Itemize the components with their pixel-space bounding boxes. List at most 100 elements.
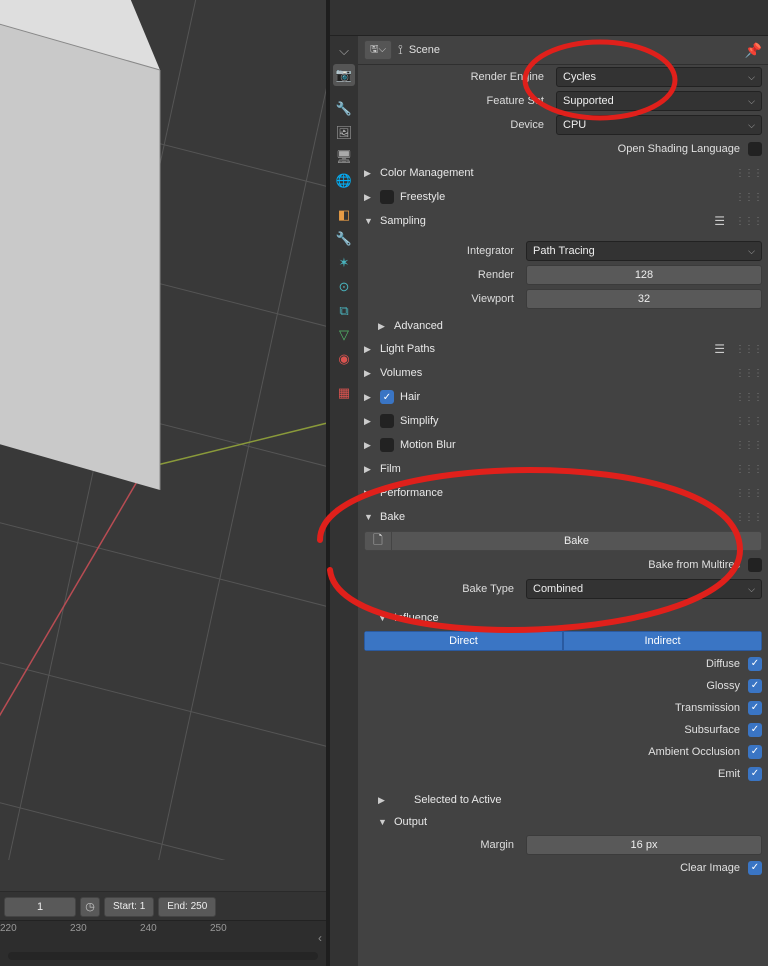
panel-title: Volumes — [380, 367, 422, 379]
pin-icon[interactable]: 📌 — [745, 42, 762, 59]
pass-diffuse-label: Diffuse — [706, 658, 740, 670]
panel-title: Color Management — [380, 167, 474, 179]
viewport-samples-label: Viewport — [364, 293, 520, 305]
pass-transmission-checkbox[interactable]: ✓ — [748, 701, 762, 715]
pass-subsurface-checkbox[interactable]: ✓ — [748, 723, 762, 737]
tick: 240 — [140, 923, 157, 934]
integrator-label: Integrator — [364, 245, 520, 257]
render-samples-field[interactable]: 128 — [526, 265, 762, 285]
autokey-icon[interactable]: ◷ — [80, 897, 100, 917]
panel-advanced[interactable]: ▶ Advanced — [358, 315, 768, 337]
panel-title: Performance — [380, 487, 443, 499]
panel-title: Selected to Active — [414, 794, 501, 806]
current-frame-field[interactable]: 1 — [4, 897, 76, 917]
hair-checkbox[interactable]: ✓ — [380, 390, 394, 404]
drag-icon: ⋮⋮⋮ — [735, 192, 762, 203]
pass-glossy-label: Glossy — [706, 680, 740, 692]
tab-material[interactable]: ◉ — [333, 348, 355, 370]
panel-film[interactable]: ▶ Film ⋮⋮⋮ — [358, 457, 768, 481]
properties-panel: ⌵ 📷 🔧 🖼 🖥 🌐 ◧ 🔧 ✶ ⊙ ⧉ ▽ ◉ ▦ — [330, 0, 768, 966]
breadcrumb-label: Scene — [409, 44, 440, 56]
panel-volumes[interactable]: ▶ Volumes ⋮⋮⋮ — [358, 361, 768, 385]
pass-glossy-checkbox[interactable]: ✓ — [748, 679, 762, 693]
tab-constraints[interactable]: ⧉ — [333, 300, 355, 322]
tab-scene[interactable]: 🖥 — [333, 146, 355, 168]
tab-output[interactable]: 🔧 — [333, 98, 355, 120]
selected-to-active-checkbox[interactable] — [394, 793, 408, 807]
panel-selected-to-active[interactable]: ▶ Selected to Active — [358, 789, 768, 811]
panel-influence[interactable]: ▼ Influence — [358, 607, 768, 629]
panel-title: Advanced — [394, 320, 443, 332]
tab-object[interactable]: ◧ — [333, 204, 355, 226]
device-dropdown[interactable]: CPU — [556, 115, 762, 135]
properties-content: 🖫⌵ ⟟ Scene 📌 Render Engine Cycles Featur… — [358, 36, 768, 966]
timeline-scrollbar[interactable] — [8, 952, 318, 960]
panel-bake[interactable]: ▼ Bake ⋮⋮⋮ — [358, 505, 768, 529]
presets-icon[interactable]: ☰ — [714, 214, 725, 228]
panel-title: Simplify — [400, 415, 439, 427]
feature-set-dropdown[interactable]: Supported — [556, 91, 762, 111]
bake-button[interactable]: 🗋 Bake — [364, 531, 762, 551]
panel-performance[interactable]: ▶ Performance ⋮⋮⋮ — [358, 481, 768, 505]
bake-type-dropdown[interactable]: Combined — [526, 579, 762, 599]
drag-icon: ⋮⋮⋮ — [735, 168, 762, 179]
tick: 230 — [70, 923, 87, 934]
toggle-indirect[interactable]: Indirect — [563, 631, 762, 651]
clear-image-label: Clear Image — [680, 862, 740, 874]
panel-title: Light Paths — [380, 343, 435, 355]
3d-viewport[interactable]: 1 ◷ Start: 1 End: 250 220 230 240 250 ‹ — [0, 0, 326, 966]
panel-color-management[interactable]: ▶ Color Management ⋮⋮⋮ — [358, 161, 768, 185]
viewport-samples-field[interactable]: 32 — [526, 289, 762, 309]
properties-topbar — [330, 0, 768, 36]
panel-simplify[interactable]: ▶ Simplify ⋮⋮⋮ — [358, 409, 768, 433]
timeline-track[interactable]: 220 230 240 250 ‹ — [0, 920, 326, 966]
tick: 250 — [210, 923, 227, 934]
device-label: Device — [364, 119, 550, 131]
tab-texture[interactable]: ▦ — [333, 382, 355, 404]
bake-type-label: Bake Type — [364, 583, 520, 595]
panel-title: Film — [380, 463, 401, 475]
drag-icon: ⋮⋮⋮ — [735, 464, 762, 475]
panel-light-paths[interactable]: ▶ Light Paths ☰ ⋮⋮⋮ — [358, 337, 768, 361]
context-dropdown[interactable]: ⌵ — [333, 40, 355, 62]
drag-icon: ⋮⋮⋮ — [735, 440, 762, 451]
end-frame-field[interactable]: End: 250 — [158, 897, 216, 917]
panel-hair[interactable]: ▶ ✓ Hair ⋮⋮⋮ — [358, 385, 768, 409]
osl-checkbox[interactable] — [748, 142, 762, 156]
pass-ao-checkbox[interactable]: ✓ — [748, 745, 762, 759]
simplify-checkbox[interactable] — [380, 414, 394, 428]
tab-layers[interactable]: 🖼 — [333, 122, 355, 144]
tab-world[interactable]: 🌐 — [333, 170, 355, 192]
tab-modifier[interactable]: 🔧 — [333, 228, 355, 250]
freestyle-checkbox[interactable] — [380, 190, 394, 204]
pass-emit-checkbox[interactable]: ✓ — [748, 767, 762, 781]
margin-field[interactable]: 16 px — [526, 835, 762, 855]
panel-sampling[interactable]: ▼ Sampling ☰ ⋮⋮⋮ — [358, 209, 768, 233]
tab-data[interactable]: ▽ — [333, 324, 355, 346]
pass-emit-label: Emit — [718, 768, 740, 780]
pass-diffuse-checkbox[interactable]: ✓ — [748, 657, 762, 671]
bake-icon: 🗋 — [364, 531, 392, 551]
tab-particles[interactable]: ✶ — [333, 252, 355, 274]
start-frame-field[interactable]: Start: 1 — [104, 897, 154, 917]
render-engine-dropdown[interactable]: Cycles — [556, 67, 762, 87]
bake-from-multires-checkbox[interactable] — [748, 558, 762, 572]
motion-blur-checkbox[interactable] — [380, 438, 394, 452]
presets-icon[interactable]: ☰ — [714, 342, 725, 356]
panel-title: Freestyle — [400, 191, 445, 203]
clear-image-checkbox[interactable]: ✓ — [748, 861, 762, 875]
tab-physics[interactable]: ⊙ — [333, 276, 355, 298]
panel-output[interactable]: ▼ Output — [358, 811, 768, 833]
panel-motion-blur[interactable]: ▶ Motion Blur ⋮⋮⋮ — [358, 433, 768, 457]
panel-title: Bake — [380, 511, 405, 523]
panel-title: Motion Blur — [400, 439, 456, 451]
panel-freestyle[interactable]: ▶ Freestyle ⋮⋮⋮ — [358, 185, 768, 209]
toggle-direct[interactable]: Direct — [364, 631, 563, 651]
tab-render[interactable]: 📷 — [333, 64, 355, 86]
chevron-left-icon[interactable]: ‹ — [318, 931, 322, 945]
pass-subsurface-label: Subsurface — [684, 724, 740, 736]
breadcrumb: 🖫⌵ ⟟ Scene 📌 — [358, 36, 768, 65]
context-selector[interactable]: 🖫⌵ — [364, 40, 392, 60]
pass-transmission-label: Transmission — [675, 702, 740, 714]
integrator-dropdown[interactable]: Path Tracing — [526, 241, 762, 261]
